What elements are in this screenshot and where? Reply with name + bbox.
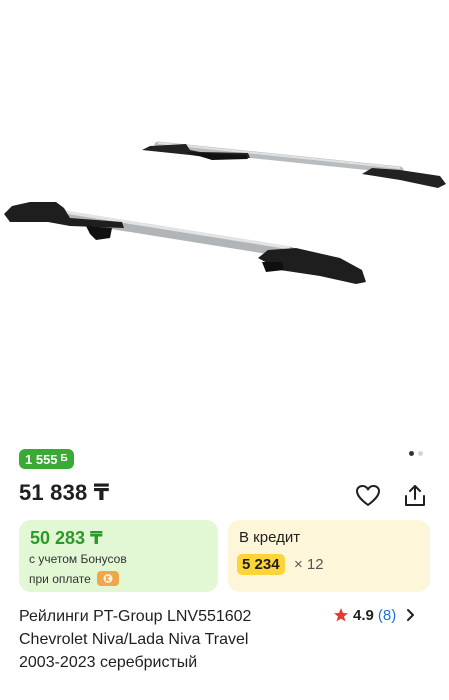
gallery-dot-active[interactable] xyxy=(409,451,414,456)
favorite-button[interactable] xyxy=(353,481,383,511)
product-title: Рейлинги PT-Group LNV551602 Chevrolet Ni… xyxy=(19,605,319,674)
credit-title: В кредит xyxy=(239,529,301,546)
product-title-line: 2003-2023 серебристый xyxy=(19,654,198,671)
bonus-badge: 1 555 Б xyxy=(19,449,74,469)
heart-icon xyxy=(356,485,380,506)
bonus-price-card[interactable]: 50 283 ₸ с учетом Бонусов при оплате xyxy=(19,520,218,592)
bonus-price: 50 283 ₸ xyxy=(30,528,103,548)
product-price: 51 838 ₸ xyxy=(19,480,110,505)
roof-rails-image xyxy=(4,141,446,284)
star-icon xyxy=(334,608,348,622)
product-title-line: Рейлинги PT-Group LNV551602 xyxy=(19,608,252,625)
bonus-note-text: при оплате xyxy=(29,571,91,586)
bonus-badge-amount: 1 555 xyxy=(25,451,58,467)
share-button[interactable] xyxy=(400,481,430,511)
reviews-close-paren: ) xyxy=(391,606,397,624)
credit-monthly-amount: 5 234 xyxy=(237,554,285,575)
reviews-count[interactable]: 8 xyxy=(383,607,391,624)
rating-summary[interactable]: 4.9 (8) xyxy=(333,604,418,626)
bonus-badge-unit: Б xyxy=(60,453,68,464)
bonus-note-line2: при оплате xyxy=(29,571,119,586)
share-icon xyxy=(405,485,425,506)
product-title-line: Chevrolet Niva/Lada Niva Travel xyxy=(19,631,249,648)
chevron-right-icon xyxy=(407,609,415,621)
credit-card[interactable]: В кредит 5 234 × 12 xyxy=(228,520,430,592)
gallery-dot[interactable] xyxy=(418,451,423,456)
credit-months: × 12 xyxy=(294,556,324,573)
rating-score: 4.9 xyxy=(353,606,374,624)
payment-logo-icon xyxy=(96,571,119,586)
bonus-note-line1: с учетом Бонусов xyxy=(29,552,127,566)
gallery-pagination[interactable] xyxy=(409,451,423,456)
product-image-gallery[interactable] xyxy=(0,0,449,440)
